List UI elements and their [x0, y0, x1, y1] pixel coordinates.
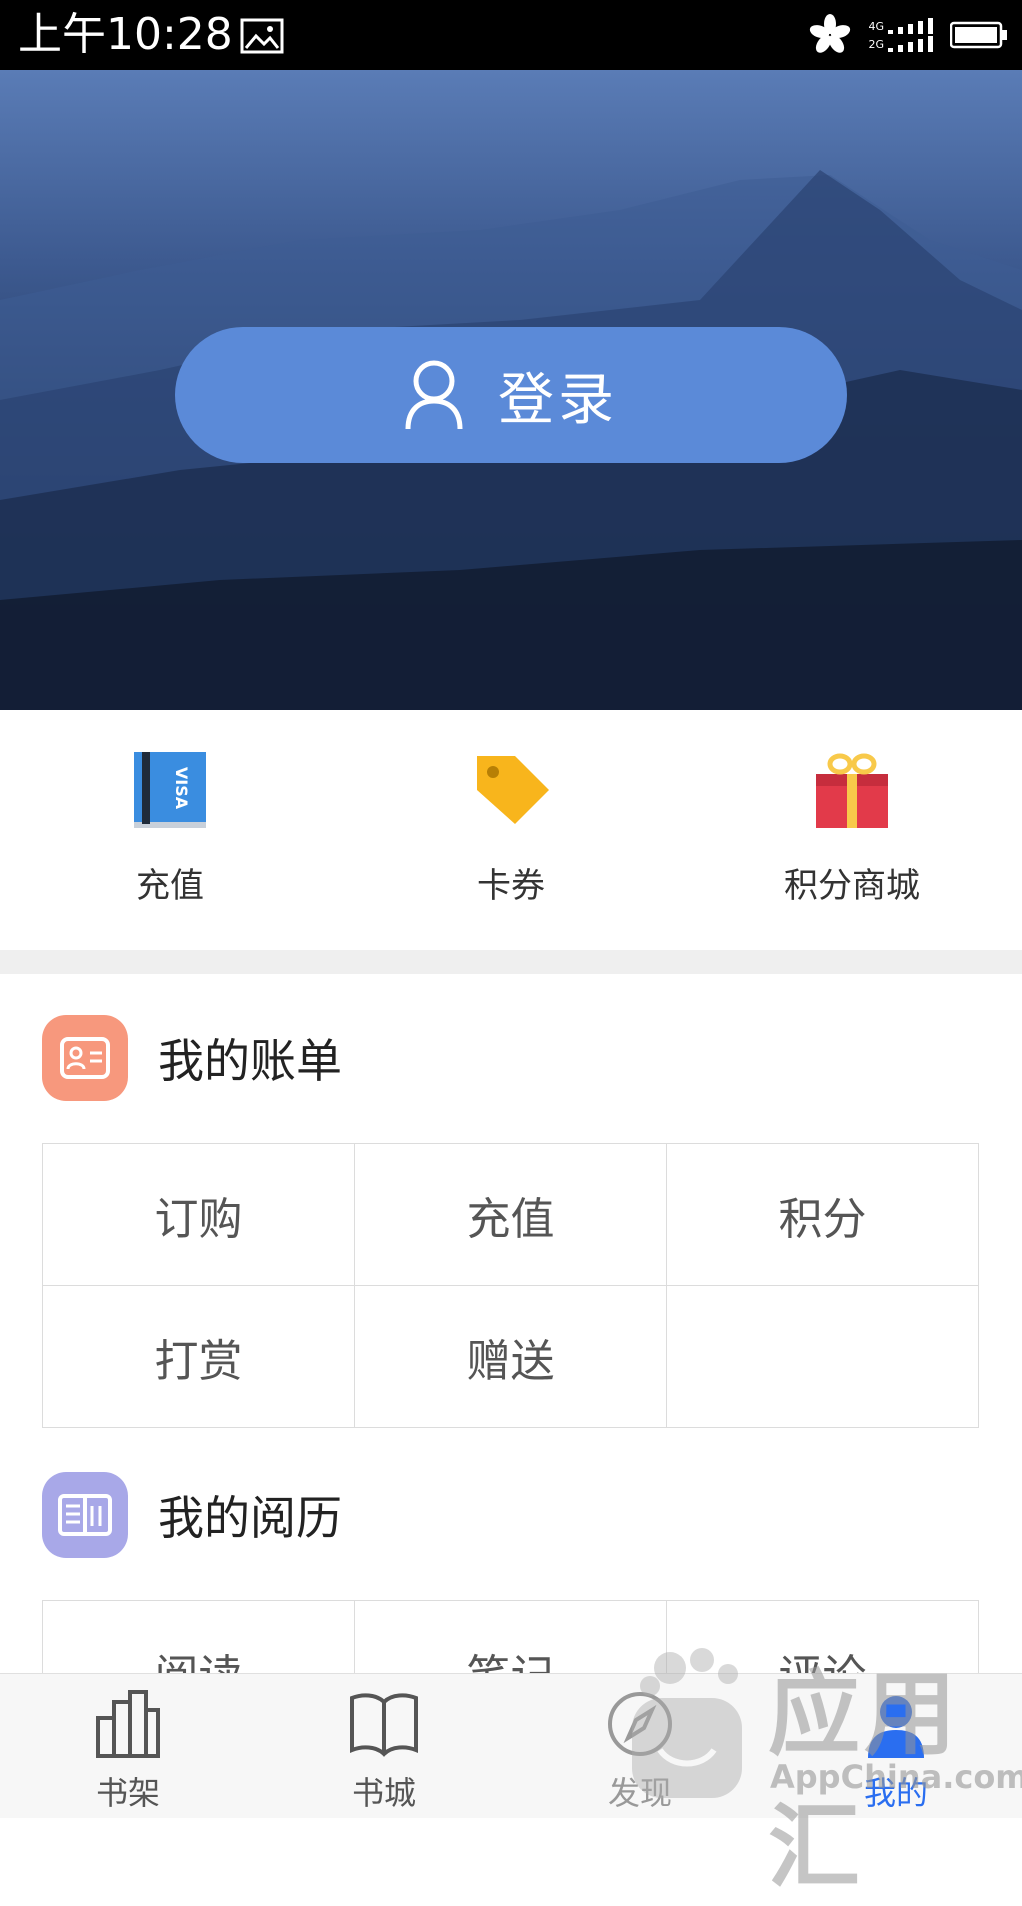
compass-icon: [608, 1692, 672, 1756]
bill-orders[interactable]: 订购: [43, 1144, 355, 1286]
network-4g-label: 4G: [868, 19, 884, 33]
image-notification-icon: [240, 18, 284, 54]
quick-actions: VISA 充值 卡券 积分商城: [0, 710, 1022, 950]
signal-2g-icon: [888, 36, 933, 52]
signal-4g-icon: [888, 18, 933, 34]
status-indicators: 4G 2G: [808, 12, 1008, 58]
gift-icon: [816, 753, 888, 828]
bills-grid: 订购 充值 积分 打赏 赠送: [42, 1143, 979, 1428]
tab-me[interactable]: 我的: [826, 1688, 966, 1814]
bill-icon: [42, 1015, 128, 1101]
quick-coupons-label: 卡券: [477, 866, 545, 906]
bill-gifts[interactable]: 赠送: [355, 1286, 667, 1428]
profile-header: 登录: [0, 70, 1022, 710]
quick-recharge-label: 充值: [136, 866, 204, 906]
battery-icon: [950, 21, 1007, 49]
flower-icon: [810, 14, 851, 53]
tab-bookshelf-label: 书架: [95, 1774, 160, 1812]
person-icon: [868, 1696, 924, 1758]
signal-group: 4G 2G: [868, 18, 934, 52]
bills-header: 我的账单: [42, 1015, 342, 1101]
bookshelf-icon: [96, 1690, 160, 1758]
login-label: 登录: [498, 367, 618, 433]
history-header: 我的阅历: [42, 1472, 342, 1558]
tab-bookshelf[interactable]: 书架: [58, 1688, 198, 1814]
login-button[interactable]: 登录: [175, 327, 847, 463]
bill-rewards[interactable]: 打赏: [43, 1286, 355, 1428]
bill-empty-cell: [667, 1286, 979, 1428]
tab-discover[interactable]: 发现: [570, 1688, 710, 1814]
tab-bookstore[interactable]: 书城: [314, 1688, 454, 1814]
quick-coupons[interactable]: 卡券: [361, 748, 661, 907]
network-2g-label: 2G: [868, 37, 884, 51]
bottom-tab-bar: 书架 书城 发现 我的: [0, 1673, 1022, 1818]
status-time: 上午10:28: [18, 9, 233, 60]
tag-icon: [477, 756, 549, 824]
bill-recharge[interactable]: 充值: [355, 1144, 667, 1286]
svg-text:VISA: VISA: [172, 767, 191, 810]
bills-title: 我的账单: [158, 1034, 342, 1088]
quick-points-mall-label: 积分商城: [784, 866, 920, 906]
section-divider: [0, 950, 1022, 974]
reading-history-icon: [42, 1472, 128, 1558]
user-icon: [405, 360, 463, 430]
quick-recharge[interactable]: VISA 充值: [20, 748, 320, 907]
quick-points-mall[interactable]: 积分商城: [702, 748, 1002, 907]
book-icon: [350, 1693, 418, 1757]
tab-discover-label: 发现: [607, 1774, 672, 1812]
history-title: 我的阅历: [158, 1491, 342, 1545]
tab-me-label: 我的: [863, 1774, 928, 1812]
status-bar: 上午10:28 4G 2G: [0, 0, 1022, 70]
visa-card-icon: VISA: [134, 752, 206, 828]
tab-bookstore-label: 书城: [351, 1774, 416, 1812]
bill-points[interactable]: 积分: [667, 1144, 979, 1286]
